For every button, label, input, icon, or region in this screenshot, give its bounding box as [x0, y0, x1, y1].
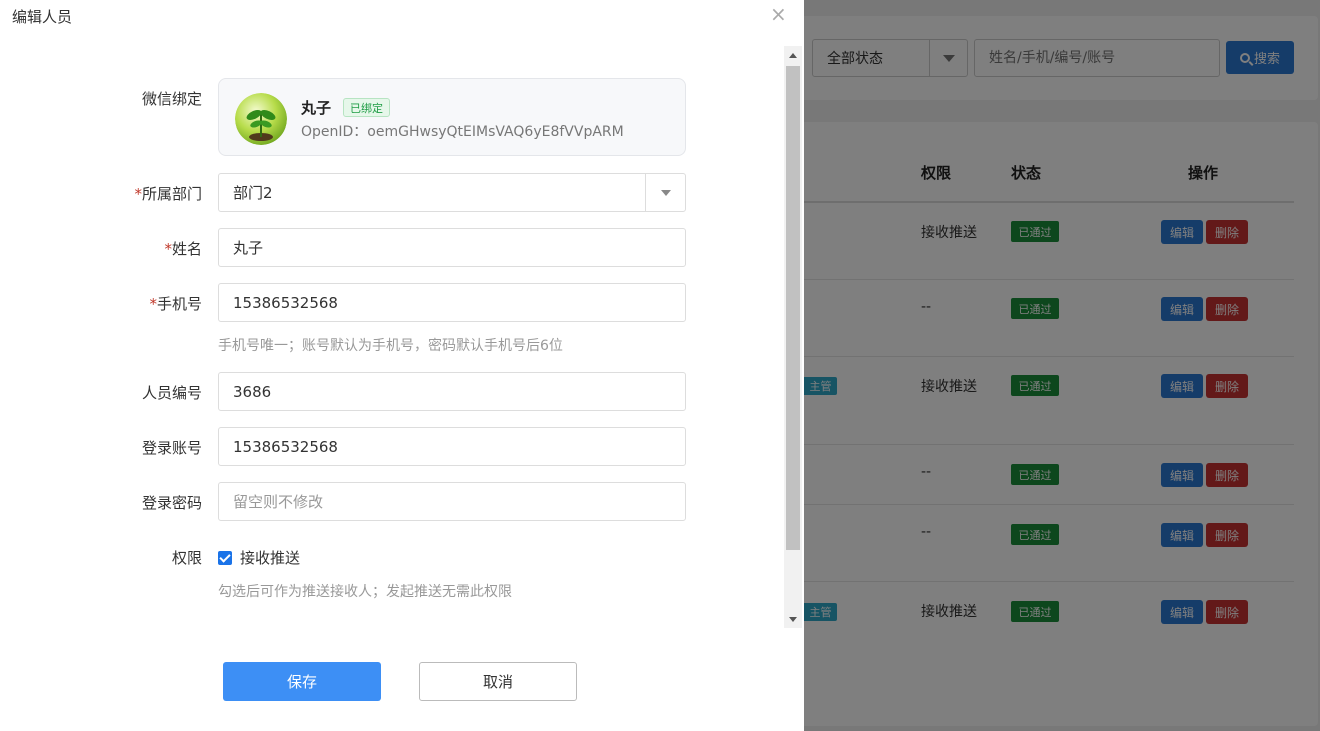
permission-option[interactable]: 接收推送: [218, 547, 300, 568]
receive-push-checkbox[interactable]: [218, 550, 232, 565]
staff-number-label: 人员编号: [141, 384, 202, 402]
required-mark: *: [164, 240, 172, 258]
name-label-text: 姓名: [171, 240, 202, 258]
wechat-openid: OpenID：oemGHwsyQtEIMsVAQ6yE8fVVpARM: [301, 124, 624, 140]
scrollbar-thumb[interactable]: [786, 66, 800, 550]
password-label: 登录密码: [141, 494, 202, 512]
department-label-text: 所属部门: [141, 185, 202, 203]
phone-label-text: 手机号: [156, 295, 202, 313]
avatar: [235, 93, 287, 145]
cancel-button[interactable]: 取消: [419, 662, 577, 701]
scroll-up-icon[interactable]: [784, 46, 802, 64]
name-label: *姓名: [0, 238, 202, 259]
chevron-down-icon: [645, 174, 685, 211]
close-icon[interactable]: ×: [770, 4, 787, 24]
save-button[interactable]: 保存: [223, 662, 381, 701]
phone-input[interactable]: [218, 283, 686, 322]
account-label: 登录账号: [141, 439, 202, 457]
receive-push-label: 接收推送: [240, 549, 301, 567]
staff-number-input[interactable]: [218, 372, 686, 411]
scroll-down-icon[interactable]: [784, 610, 802, 628]
password-input[interactable]: [218, 482, 686, 521]
phone-label: *手机号: [0, 293, 202, 314]
permission-label: 权限: [171, 549, 202, 567]
account-input[interactable]: [218, 427, 686, 466]
drawer-title: 编辑人员: [12, 8, 73, 26]
name-input[interactable]: [218, 228, 686, 267]
department-select[interactable]: 部门2: [218, 173, 686, 212]
department-label: *所属部门: [0, 183, 202, 204]
required-mark: *: [149, 295, 157, 313]
edit-staff-drawer: 编辑人员 × 微信绑定 丸子 已绑定 OpenID：oemGHwsyQtEIMs…: [0, 0, 804, 731]
required-mark: *: [134, 185, 142, 203]
bound-status-tag: 已绑定: [343, 98, 390, 117]
wechat-nickname: 丸子: [301, 99, 332, 117]
wechat-binding-label: 微信绑定: [141, 90, 202, 108]
wechat-binding-card: 丸子 已绑定 OpenID：oemGHwsyQtEIMsVAQ6yE8fVVpA…: [218, 78, 686, 156]
permission-hint: 勾选后可作为推送接收人；发起推送无需此权限: [218, 584, 512, 600]
department-value: 部门2: [233, 184, 273, 202]
drawer-scrollbar[interactable]: [784, 46, 802, 628]
phone-hint: 手机号唯一；账号默认为手机号，密码默认手机号后6位: [218, 338, 563, 354]
